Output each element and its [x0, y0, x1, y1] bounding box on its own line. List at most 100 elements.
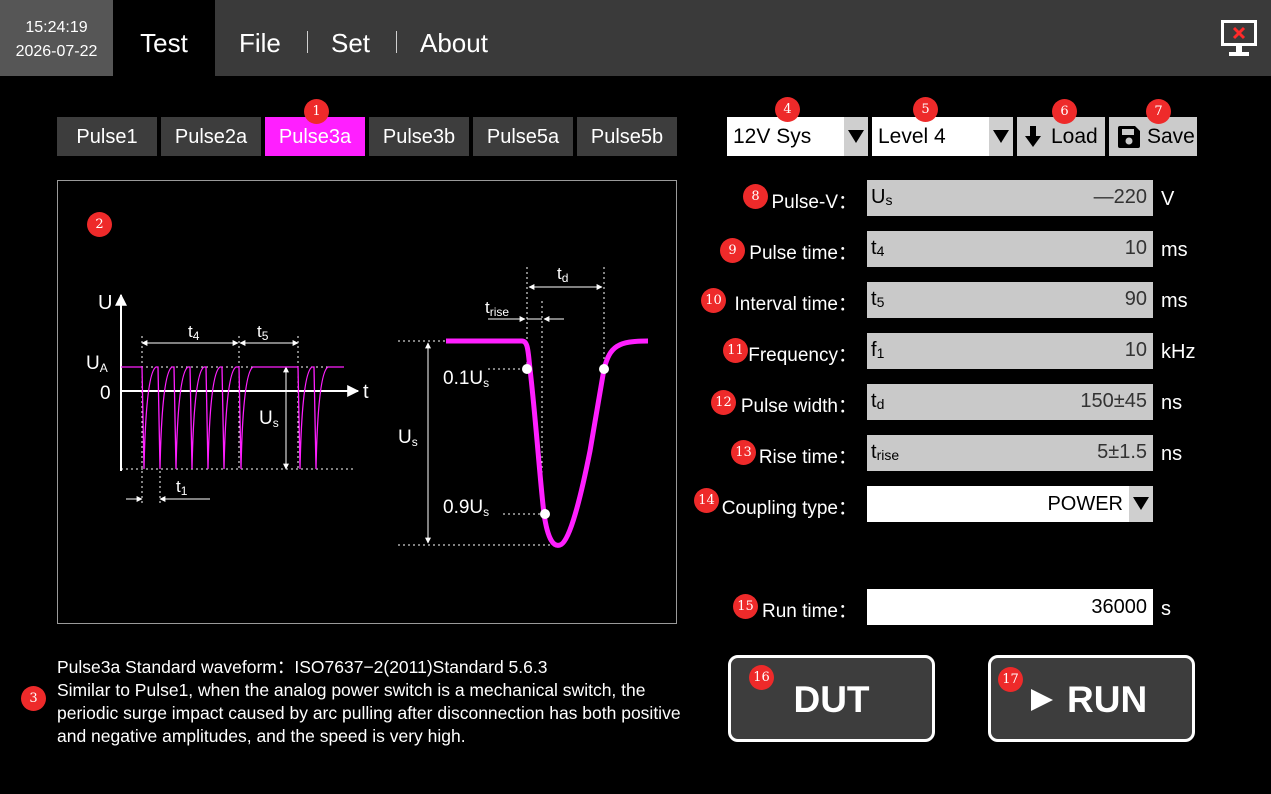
run-time-value: 36000: [1091, 596, 1147, 618]
pulse-train-diagram: U UA 0 t t4 t5 Us t1: [86, 292, 369, 505]
pulse-width-field[interactable]: td 150±45: [867, 384, 1153, 420]
param-label-pulse-width: Pulse width：: [740, 396, 857, 417]
tab-pulse1[interactable]: Pulse1: [57, 117, 157, 156]
pulse-v-field[interactable]: Us —220: [867, 180, 1153, 216]
interval-time-field[interactable]: t5 90: [867, 282, 1153, 318]
frequency-field[interactable]: f1 10: [867, 333, 1153, 369]
svg-text:t1: t1: [176, 477, 188, 498]
menu-separator: [396, 31, 397, 53]
param-unit: V: [1161, 188, 1175, 210]
system-select[interactable]: 12V Sys: [727, 117, 868, 156]
waveform-svg: U UA 0 t t4 t5 Us t1 Us 0.1Us 0.9Us td t…: [86, 264, 649, 548]
tab-pulse5a[interactable]: Pulse5a: [473, 117, 573, 156]
system-select-value: 12V Sys: [733, 125, 812, 148]
param-unit: ns: [1161, 443, 1183, 465]
pulse-width-value: 150±45: [1080, 390, 1147, 412]
t-axis-label: t: [363, 381, 369, 403]
single-pulse-diagram: Us 0.1Us 0.9Us td trise: [398, 264, 649, 548]
interval-time-value: 90: [1124, 288, 1147, 310]
param-unit: ms: [1161, 239, 1188, 261]
tab-pulse3b[interactable]: Pulse3b: [369, 117, 469, 156]
play-icon: [1031, 689, 1053, 711]
chevron-down-icon: [844, 117, 868, 156]
pulse-time-value: 10: [1124, 237, 1147, 259]
top-menu-bar: 15:24:19 2026-07-22 Test File Set About: [0, 0, 1271, 76]
menu-test[interactable]: Test: [113, 0, 215, 76]
pulse-v-value: —220: [1093, 186, 1147, 208]
callout-badge-6: 6: [1052, 99, 1077, 124]
dut-label: DUT: [793, 679, 870, 720]
run-button[interactable]: RUN: [988, 655, 1195, 742]
clock-date: 2026-07-22: [15, 43, 98, 60]
param-symbol: f1: [871, 339, 885, 361]
waveform-diagram: U UA 0 t t4 t5 Us t1 Us 0.1Us 0.9Us td t…: [57, 180, 677, 624]
rise-time-field[interactable]: trise 5±1.5: [867, 435, 1153, 471]
chevron-down-icon: [989, 117, 1013, 156]
run-time-unit: s: [1161, 598, 1171, 620]
param-label-interval-time: Interval time：: [734, 294, 857, 315]
callout-badge-16: 16: [749, 665, 774, 690]
chevron-down-icon: [1129, 486, 1153, 522]
callout-badge-15: 15: [733, 594, 758, 619]
pulse-time-field[interactable]: t4 10: [867, 231, 1153, 267]
svg-text:td: td: [557, 264, 568, 285]
tab-pulse5b[interactable]: Pulse5b: [577, 117, 677, 156]
tab-pulse2a[interactable]: Pulse2a: [161, 117, 261, 156]
clock-time: 15:24:19: [25, 19, 88, 36]
level-select-value: Level 4: [878, 125, 946, 148]
param-label-rise-time: Rise time：: [758, 447, 857, 468]
param-symbol: trise: [871, 441, 900, 463]
coupling-label: Coupling type：: [721, 498, 857, 519]
param-symbol: t4: [871, 237, 885, 259]
zero-label: 0: [100, 383, 111, 404]
callout-badge-2: 2: [87, 212, 112, 237]
svg-text:UA: UA: [86, 353, 108, 375]
param-symbol: t5: [871, 288, 885, 310]
svg-text:0.1Us: 0.1Us: [443, 368, 489, 390]
callout-badge-11: 11: [723, 338, 748, 363]
callout-badge-8: 8: [743, 184, 768, 209]
pulse-train-path: [121, 366, 344, 470]
param-label-pulse-time: Pulse time：: [749, 243, 857, 264]
param-label-pulse-v: Pulse-V：: [771, 192, 857, 213]
param-label-frequency: Frequency：: [748, 345, 857, 366]
description-title: Pulse3a Standard waveform：ISO7637−2(2011…: [57, 657, 548, 677]
callout-badge-10: 10: [701, 288, 726, 313]
param-unit: ns: [1161, 392, 1183, 414]
pulse-train: [121, 366, 344, 470]
menu-separator: [307, 31, 308, 53]
svg-text:0.9Us: 0.9Us: [443, 497, 489, 519]
param-unit: ms: [1161, 290, 1188, 312]
callout-badge-12: 12: [711, 390, 736, 415]
callout-badge-4: 4: [775, 97, 800, 122]
level-select[interactable]: Level 4: [872, 117, 1013, 156]
menu-file[interactable]: File: [239, 0, 281, 86]
run-time-input[interactable]: 36000: [867, 589, 1153, 625]
run-time-label: Run time：: [761, 601, 857, 622]
run-label: RUN: [1067, 679, 1148, 720]
callout-badge-13: 13: [731, 440, 756, 465]
callout-badge-5: 5: [913, 97, 938, 122]
callout-badge-9: 9: [720, 238, 745, 263]
load-label: Load: [1051, 125, 1098, 148]
u-axis-label: U: [98, 292, 112, 314]
menu-set[interactable]: Set: [331, 0, 370, 86]
param-symbol: Us: [871, 186, 893, 208]
coupling-select[interactable]: POWER: [867, 486, 1153, 522]
coupling-value: POWER: [1047, 493, 1123, 515]
param-symbol: td: [871, 390, 885, 412]
svg-text:Us: Us: [259, 408, 279, 430]
floppy-disk-icon: [1118, 126, 1140, 148]
svg-text:Us: Us: [398, 427, 418, 449]
callout-badge-7: 7: [1146, 99, 1171, 124]
clock: 15:24:19 2026-07-22: [0, 0, 113, 76]
callout-badge-1: 1: [304, 99, 329, 124]
svg-text:trise: trise: [485, 298, 509, 319]
callout-badge-3: 3: [21, 686, 46, 711]
param-unit: kHz: [1161, 341, 1196, 363]
menu-about[interactable]: About: [420, 0, 488, 86]
svg-text:t5: t5: [257, 322, 269, 343]
callout-badge-14: 14: [694, 488, 719, 513]
exit-monitor-icon[interactable]: [1220, 18, 1258, 58]
description-body: Similar to Pulse1, when the analog power…: [57, 680, 681, 746]
